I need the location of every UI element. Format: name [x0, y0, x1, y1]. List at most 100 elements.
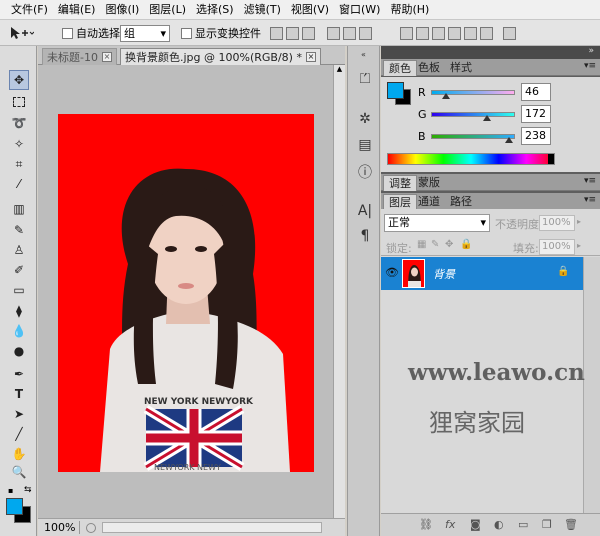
- line-tool-icon[interactable]: ╱: [9, 424, 29, 444]
- align-top-icon[interactable]: [270, 26, 283, 40]
- menu-window[interactable]: 窗口(W): [334, 0, 385, 20]
- eyedropper-icon[interactable]: ⁄: [9, 174, 29, 194]
- status-menu-icon[interactable]: [86, 522, 97, 533]
- path-selection-icon[interactable]: ➤: [9, 404, 29, 424]
- panel-collapse-icon[interactable]: »: [588, 46, 594, 56]
- panel-menu-icon[interactable]: ▾≡: [584, 176, 596, 186]
- brush-tool-icon[interactable]: ✎: [9, 220, 29, 240]
- pen-tool-icon[interactable]: ✒: [9, 364, 29, 384]
- auto-select-checkbox[interactable]: [62, 27, 73, 39]
- green-slider[interactable]: [431, 112, 515, 117]
- paint-bucket-icon[interactable]: ⧫: [9, 301, 29, 321]
- new-group-icon[interactable]: ▭: [518, 518, 528, 531]
- auto-select-dropdown[interactable]: 组 ▾: [120, 20, 170, 46]
- fill-input[interactable]: 100%: [539, 239, 575, 255]
- histogram-icon[interactable]: ▤: [356, 136, 374, 154]
- new-layer-icon[interactable]: ❐: [542, 518, 552, 531]
- chevron-down-icon[interactable]: ▸: [577, 217, 581, 226]
- blur-tool-icon[interactable]: 💧: [9, 321, 29, 341]
- blend-mode-dropdown[interactable]: 正常 ▾: [384, 214, 490, 232]
- menu-help[interactable]: 帮助(H): [385, 0, 434, 20]
- image-canvas[interactable]: NEW YORK NEWYORK NEWYORK NEWY: [58, 114, 314, 472]
- scroll-up-icon[interactable]: ▲: [335, 65, 344, 75]
- close-icon[interactable]: ×: [101, 52, 112, 62]
- menu-filter[interactable]: 滤镜(T): [239, 0, 286, 20]
- menu-image[interactable]: 图像(I): [100, 0, 144, 20]
- healing-brush-icon[interactable]: ▥: [9, 199, 29, 219]
- lasso-tool-icon[interactable]: ➰: [9, 113, 29, 133]
- distribute-left-icon[interactable]: [448, 26, 461, 40]
- lock-pixels-icon[interactable]: ✎: [431, 239, 439, 250]
- visibility-eye-icon[interactable]: 👁: [385, 266, 399, 279]
- tab-paths[interactable]: 路径: [445, 194, 477, 210]
- clone-stamp-icon[interactable]: ♙: [9, 240, 29, 260]
- type-tool-icon[interactable]: T: [9, 384, 29, 404]
- opacity-input[interactable]: 100%: [539, 215, 575, 231]
- show-transform-checkbox[interactable]: [181, 27, 192, 39]
- default-colors-icon[interactable]: ▪: [8, 486, 13, 495]
- layer-style-icon[interactable]: fx: [445, 518, 455, 531]
- dodge-tool-icon[interactable]: ●: [9, 341, 29, 361]
- paragraph-icon[interactable]: ¶: [356, 227, 374, 245]
- tab-untitled[interactable]: 未标题-10 ×: [42, 48, 117, 65]
- dock-collapse-icon[interactable]: «: [348, 50, 379, 60]
- color-spectrum-bar[interactable]: [387, 153, 555, 165]
- distribute-top-icon[interactable]: [400, 26, 413, 40]
- lock-all-icon[interactable]: 🔒: [460, 239, 472, 250]
- navigator-icon[interactable]: ✲: [356, 110, 374, 128]
- foreground-color-swatch[interactable]: [6, 498, 23, 515]
- spectrum-black-swatch[interactable]: [548, 154, 554, 164]
- swap-colors-icon[interactable]: ⇆: [24, 485, 32, 495]
- chevron-down-icon[interactable]: ▸: [577, 241, 581, 250]
- info-icon[interactable]: ⓘ: [356, 163, 374, 181]
- distribute-middle-icon[interactable]: [416, 26, 429, 40]
- eraser-tool-icon[interactable]: ▭: [9, 280, 29, 300]
- red-slider-thumb[interactable]: [442, 93, 451, 99]
- auto-align-icon[interactable]: [503, 26, 516, 40]
- horizontal-scrollbar[interactable]: [102, 522, 323, 533]
- history-brush-icon[interactable]: ✐: [9, 260, 29, 280]
- crop-tool-icon[interactable]: ⌗: [9, 154, 29, 174]
- distribute-right-icon[interactable]: [480, 26, 493, 40]
- tab-document[interactable]: 换背景颜色.jpg @ 100%(RGB/8) * ×: [120, 48, 321, 65]
- move-tool-icon[interactable]: ✥: [9, 70, 29, 90]
- red-value-input[interactable]: 46: [521, 83, 551, 101]
- close-icon[interactable]: ×: [305, 52, 316, 62]
- tab-channels[interactable]: 通道: [413, 194, 445, 210]
- green-value-input[interactable]: 172: [521, 105, 551, 123]
- menu-view[interactable]: 视图(V): [286, 0, 334, 20]
- vertical-scrollbar[interactable]: ▲: [333, 65, 345, 518]
- lock-position-icon[interactable]: ✥: [445, 239, 453, 250]
- zoom-tool-icon[interactable]: 🔍: [9, 462, 29, 482]
- align-middle-icon[interactable]: [286, 26, 299, 40]
- menu-file[interactable]: 文件(F): [6, 0, 53, 20]
- menu-select[interactable]: 选择(S): [191, 0, 239, 20]
- link-layers-icon[interactable]: ⛓: [419, 518, 433, 531]
- magic-wand-icon[interactable]: ✧: [9, 134, 29, 154]
- layer-name[interactable]: 背景: [433, 266, 455, 282]
- lock-transparent-icon[interactable]: ▦: [417, 239, 426, 250]
- green-slider-thumb[interactable]: [483, 115, 492, 121]
- align-left-icon[interactable]: [327, 26, 340, 40]
- character-icon[interactable]: A|: [356, 202, 374, 220]
- layer-row-background[interactable]: 👁 背景 🔒: [381, 257, 583, 290]
- panel-menu-icon[interactable]: ▾≡: [584, 61, 596, 71]
- menu-layer[interactable]: 图层(L): [144, 0, 191, 20]
- adjustment-layer-icon[interactable]: ◐: [494, 518, 504, 531]
- tab-styles[interactable]: 样式: [445, 60, 477, 76]
- tab-layers[interactable]: 图层: [383, 194, 417, 210]
- menu-edit[interactable]: 编辑(E): [53, 0, 101, 20]
- blue-slider[interactable]: [431, 134, 515, 139]
- panel-menu-icon[interactable]: ▾≡: [584, 195, 596, 205]
- add-mask-icon[interactable]: ◙: [470, 518, 481, 531]
- marquee-tool-icon[interactable]: [9, 92, 29, 112]
- blue-slider-thumb[interactable]: [505, 137, 514, 143]
- align-bottom-icon[interactable]: [302, 26, 315, 40]
- tab-swatches[interactable]: 色板: [413, 60, 445, 76]
- blue-value-input[interactable]: 238: [521, 127, 551, 145]
- align-right-icon[interactable]: [359, 26, 372, 40]
- move-tool-preset[interactable]: [8, 20, 34, 46]
- tab-color[interactable]: 颜色: [383, 60, 417, 76]
- align-center-icon[interactable]: [343, 26, 356, 40]
- distribute-bottom-icon[interactable]: [432, 26, 445, 40]
